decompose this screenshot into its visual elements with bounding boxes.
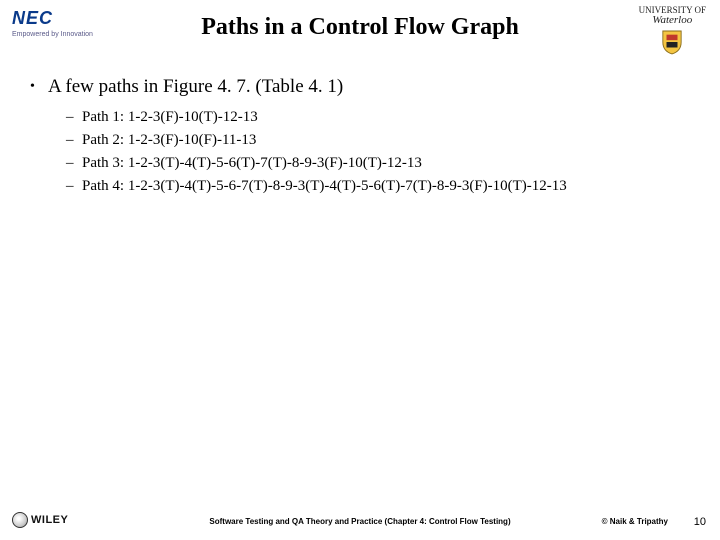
list-item: – Path 1: 1-2-3(F)-10(T)-12-13 <box>66 108 690 127</box>
page-number: 10 <box>694 516 706 528</box>
wiley-text: WILEY <box>31 514 68 526</box>
path-text: Path 1: 1-2-3(F)-10(T)-12-13 <box>82 108 258 127</box>
slide-header: NEC Empowered by Innovation Paths in a C… <box>0 0 720 60</box>
slide-title: Paths in a Control Flow Graph <box>0 14 720 41</box>
wiley-logo: WILEY <box>12 512 68 528</box>
waterloo-text-bottom: Waterloo <box>652 15 692 27</box>
list-item: – Path 3: 1-2-3(T)-4(T)-5-6(T)-7(T)-8-9-… <box>66 154 690 173</box>
list-item: – Path 4: 1-2-3(T)-4(T)-5-6-7(T)-8-9-3(T… <box>66 177 690 196</box>
path-sublist: – Path 1: 1-2-3(F)-10(T)-12-13 – Path 2:… <box>66 108 690 196</box>
dash-icon: – <box>66 154 82 173</box>
waterloo-logo: UNIVERSITY OF Waterloo <box>639 6 706 55</box>
slide-footer: WILEY Software Testing and QA Theory and… <box>0 504 720 532</box>
path-text: Path 4: 1-2-3(T)-4(T)-5-6-7(T)-8-9-3(T)-… <box>82 177 567 196</box>
footer-center-text: Software Testing and QA Theory and Pract… <box>209 517 510 526</box>
path-text: Path 2: 1-2-3(F)-10(F)-11-13 <box>82 131 256 150</box>
footer-copyright-text: © Naik & Tripathy <box>602 517 668 526</box>
path-text: Path 3: 1-2-3(T)-4(T)-5-6(T)-7(T)-8-9-3(… <box>82 154 422 173</box>
dash-icon: – <box>66 131 82 150</box>
dash-icon: – <box>66 177 82 196</box>
crest-icon <box>661 29 683 55</box>
list-item: – Path 2: 1-2-3(F)-10(F)-11-13 <box>66 131 690 150</box>
slide-content: • A few paths in Figure 4. 7. (Table 4. … <box>0 60 720 196</box>
dash-icon: – <box>66 108 82 127</box>
bullet-dot-icon: • <box>30 76 48 98</box>
wiley-globe-icon <box>12 512 28 528</box>
bullet-main-row: • A few paths in Figure 4. 7. (Table 4. … <box>30 76 690 98</box>
bullet-main-text: A few paths in Figure 4. 7. (Table 4. 1) <box>48 76 343 98</box>
